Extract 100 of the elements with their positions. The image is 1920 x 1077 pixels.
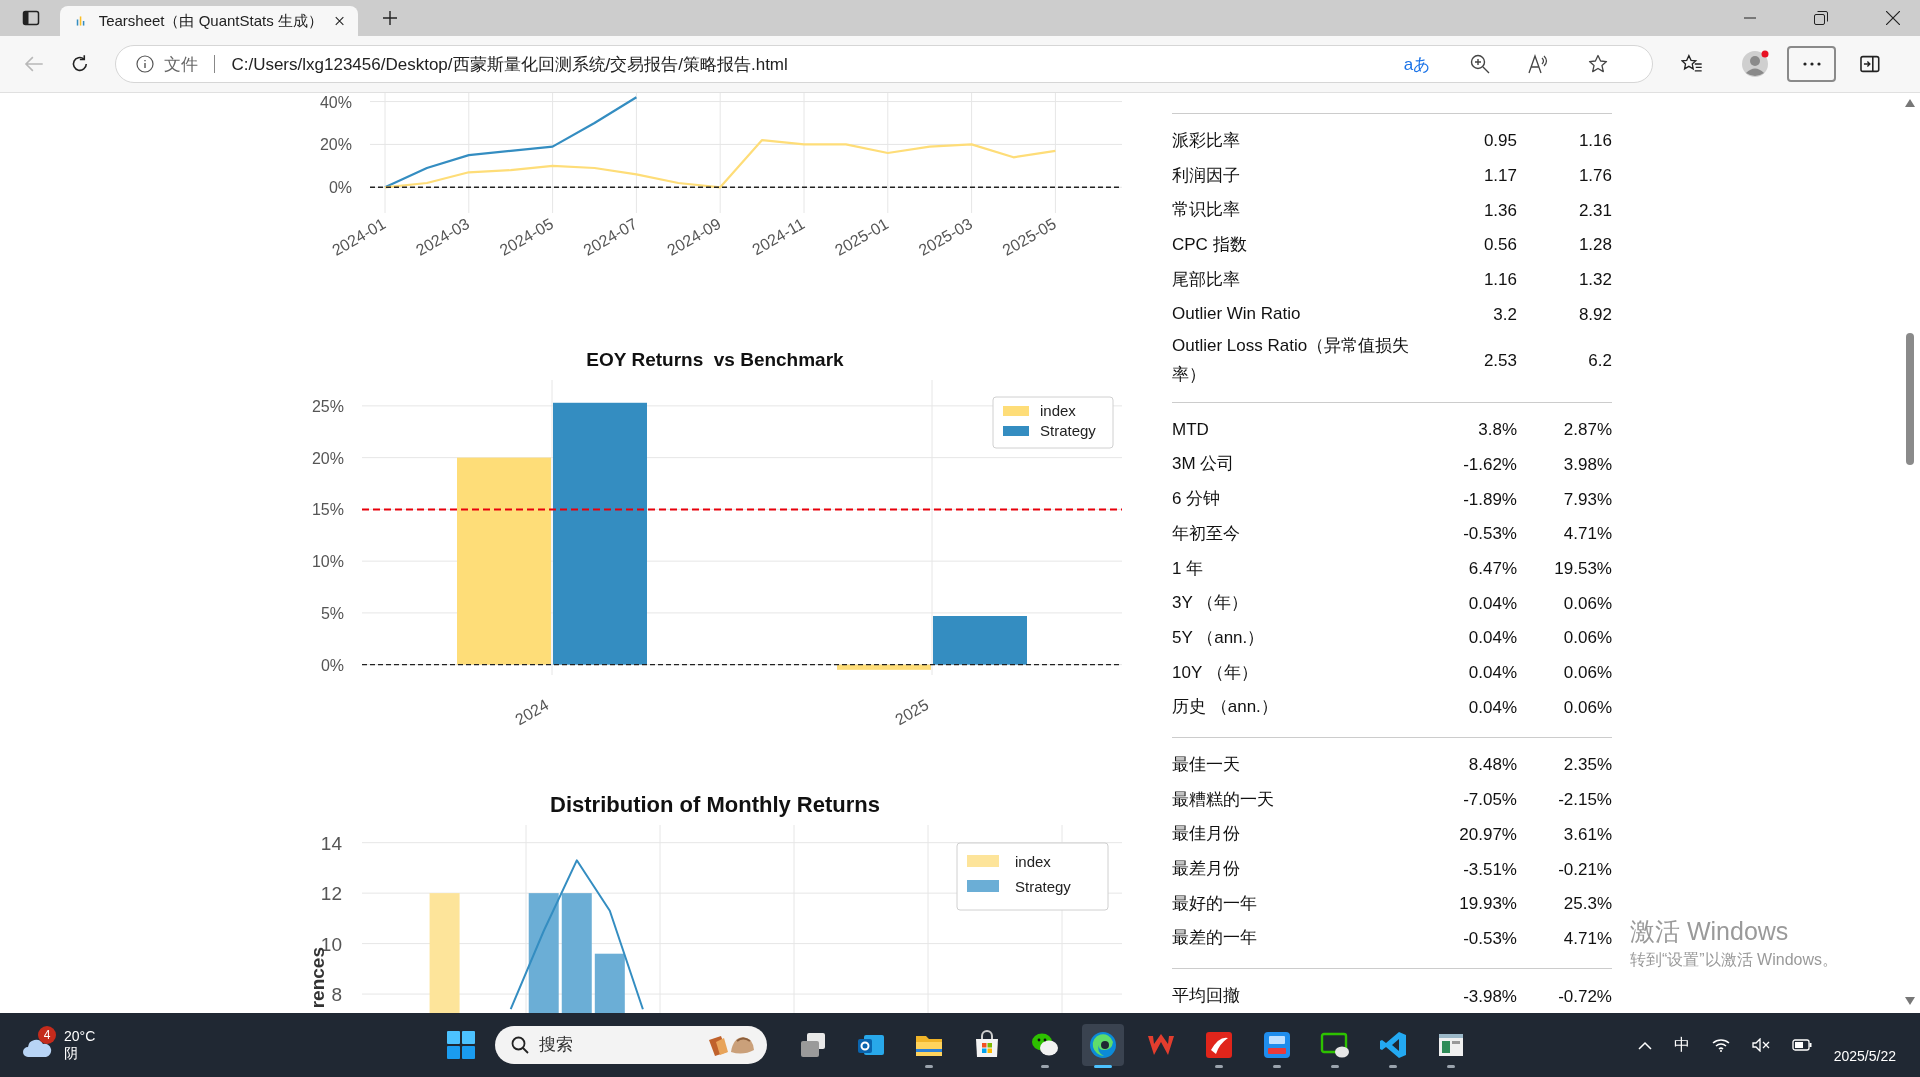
close-icon[interactable] — [334, 15, 344, 27]
chevron-up-icon[interactable] — [1637, 1040, 1652, 1050]
search-icon — [511, 1036, 529, 1054]
metric-value: 0.06% — [1562, 593, 1612, 614]
metric-value: 4.71% — [1562, 524, 1612, 545]
metric-label: 5Y （ann.） — [1172, 626, 1266, 649]
axis-tick-label: 20% — [319, 136, 352, 154]
axis-tick-label: 2024 — [512, 695, 552, 729]
axis-tick-label: 2025 — [892, 695, 932, 729]
metric-value: -2.15% — [1557, 790, 1612, 811]
scroll-down-icon[interactable] — [1905, 997, 1915, 1005]
metric-value: 0.06% — [1562, 697, 1612, 718]
metric-label: 尾部比率 — [1172, 268, 1241, 291]
profile-avatar-icon[interactable] — [1740, 50, 1769, 78]
metric-value: 2.87% — [1562, 420, 1612, 441]
info-icon[interactable] — [136, 55, 155, 73]
activation-hint: 转到“设置”以激活 Windows。 — [1630, 950, 1838, 970]
activation-title: 激活 Windows — [1630, 916, 1790, 947]
sidebar-toggle-icon[interactable] — [1860, 55, 1880, 73]
metric-label: 常识比率 — [1172, 199, 1241, 222]
temperature-text: 20°C — [64, 1027, 96, 1045]
metric-label: 3Y （年） — [1172, 592, 1250, 615]
translate-button[interactable]: aあ — [1403, 52, 1431, 76]
axis-tick-label: 0% — [328, 179, 352, 197]
metric-label: 年初至今 — [1172, 522, 1241, 545]
metric-label: MTD — [1172, 418, 1210, 441]
url-text: C:/Users/lxg123456/Desktop/西蒙斯量化回测系统/交易报告/策略报告.html — [231, 53, 788, 76]
address-bar[interactable]: 文件 C:/Users/lxg123456/Desktop/西蒙斯量化回测系统/交易报告/策略报告.html aあ — [115, 45, 1654, 83]
metric-label: Outlier Loss Ratio（异常值损失率） — [1172, 335, 1411, 386]
axis-tick-label: 20% — [311, 449, 344, 467]
close-icon[interactable] — [1886, 11, 1900, 25]
scroll-up-icon[interactable] — [1905, 99, 1915, 107]
metric-value: 2.35% — [1562, 755, 1612, 776]
metric-label: 最糟糕的一天 — [1172, 788, 1275, 811]
metric-value: 0.04% — [1467, 697, 1517, 718]
chart-title: Distribution of Monthly Returns — [549, 791, 881, 819]
axis-tick-label: 12 — [320, 883, 342, 905]
browser-icon[interactable] — [1082, 1024, 1124, 1066]
metric-value: 19.93% — [1458, 894, 1517, 915]
cloud-icon — [22, 1038, 52, 1058]
metric-value: -1.89% — [1462, 489, 1517, 510]
metric-value: 0.06% — [1562, 628, 1612, 649]
metric-value: 1.28 — [1577, 235, 1612, 256]
scrollbar-thumb[interactable] — [1906, 333, 1914, 465]
favorites-icon[interactable] — [1681, 54, 1703, 74]
metric-value: -0.53% — [1462, 928, 1517, 949]
search-field[interactable]: 搜索 — [495, 1026, 767, 1064]
metric-label: 最差的一年 — [1172, 927, 1258, 950]
metric-label: 最佳一天 — [1172, 754, 1241, 776]
metric-value: 1.16 — [1482, 270, 1517, 291]
zoom-icon[interactable] — [1470, 54, 1491, 74]
metric-value: 0.04% — [1467, 663, 1517, 684]
metric-value: 19.53% — [1553, 559, 1612, 579]
battery-icon[interactable] — [1791, 1038, 1812, 1052]
file-label: 文件 — [164, 53, 199, 76]
metric-value: 6.2 — [1587, 351, 1612, 371]
more-options-icon[interactable] — [1786, 46, 1837, 82]
axis-tick-label: 5% — [320, 604, 344, 622]
input-method-indicator[interactable]: 中 — [1673, 1034, 1690, 1056]
restore-icon[interactable] — [1814, 11, 1828, 25]
metric-value: 0.95 — [1482, 131, 1517, 152]
metric-value: -3.51% — [1462, 859, 1517, 880]
browser-tab[interactable]: Tearsheet（由 QuantStats 生成） — [60, 6, 358, 36]
metric-value: 20.97% — [1458, 824, 1517, 845]
metric-value: 6.47% — [1467, 559, 1517, 579]
metric-value: 2.31 — [1577, 200, 1612, 221]
metric-value: -0.53% — [1462, 524, 1517, 545]
metric-value: 3.61% — [1562, 824, 1612, 845]
metric-value: 0.56 — [1482, 235, 1517, 256]
metric-label: CPC 指数 — [1172, 233, 1248, 256]
metric-value: 1.16 — [1577, 131, 1612, 152]
metric-value: -3.98% — [1462, 986, 1517, 1007]
metric-label: 派彩比率 — [1172, 129, 1241, 152]
metric-value: 1.32 — [1577, 270, 1612, 291]
metric-label: 3M 公司 — [1172, 453, 1236, 476]
metric-value: 8.48% — [1467, 755, 1517, 776]
metric-value: 0.06% — [1562, 663, 1612, 684]
axis-tick-label: 25% — [311, 397, 344, 415]
metric-label: Outlier Win Ratio — [1172, 303, 1302, 326]
metric-value: 3.98% — [1562, 454, 1612, 475]
metric-value: 0.04% — [1467, 593, 1517, 614]
new-tab-icon[interactable] — [382, 10, 398, 26]
metric-label: 最佳月份 — [1172, 823, 1241, 846]
start-icon[interactable] — [447, 1031, 475, 1059]
metric-label: 10Y （年） — [1172, 661, 1259, 684]
axis-tick-label: 40% — [319, 94, 352, 111]
metric-value: 25.3% — [1562, 894, 1612, 915]
wifi-icon[interactable] — [1711, 1038, 1730, 1052]
metric-label: 最差月份 — [1172, 858, 1241, 881]
metric-value: -0.21% — [1557, 859, 1612, 880]
metric-label: 利润因子 — [1172, 164, 1241, 187]
axis-tick-label: 0% — [320, 656, 344, 674]
axis-tick-label: 14 — [320, 832, 342, 854]
chart-title: EOY Returns vs Benchmark — [585, 348, 845, 372]
star-icon[interactable] — [1588, 54, 1609, 74]
legend-label: index — [1040, 402, 1076, 419]
legend-label: Strategy — [1040, 422, 1096, 439]
metric-value: -1.62% — [1462, 454, 1517, 475]
metric-value: 2.53 — [1482, 351, 1517, 371]
volume-muted-icon[interactable] — [1751, 1038, 1770, 1052]
